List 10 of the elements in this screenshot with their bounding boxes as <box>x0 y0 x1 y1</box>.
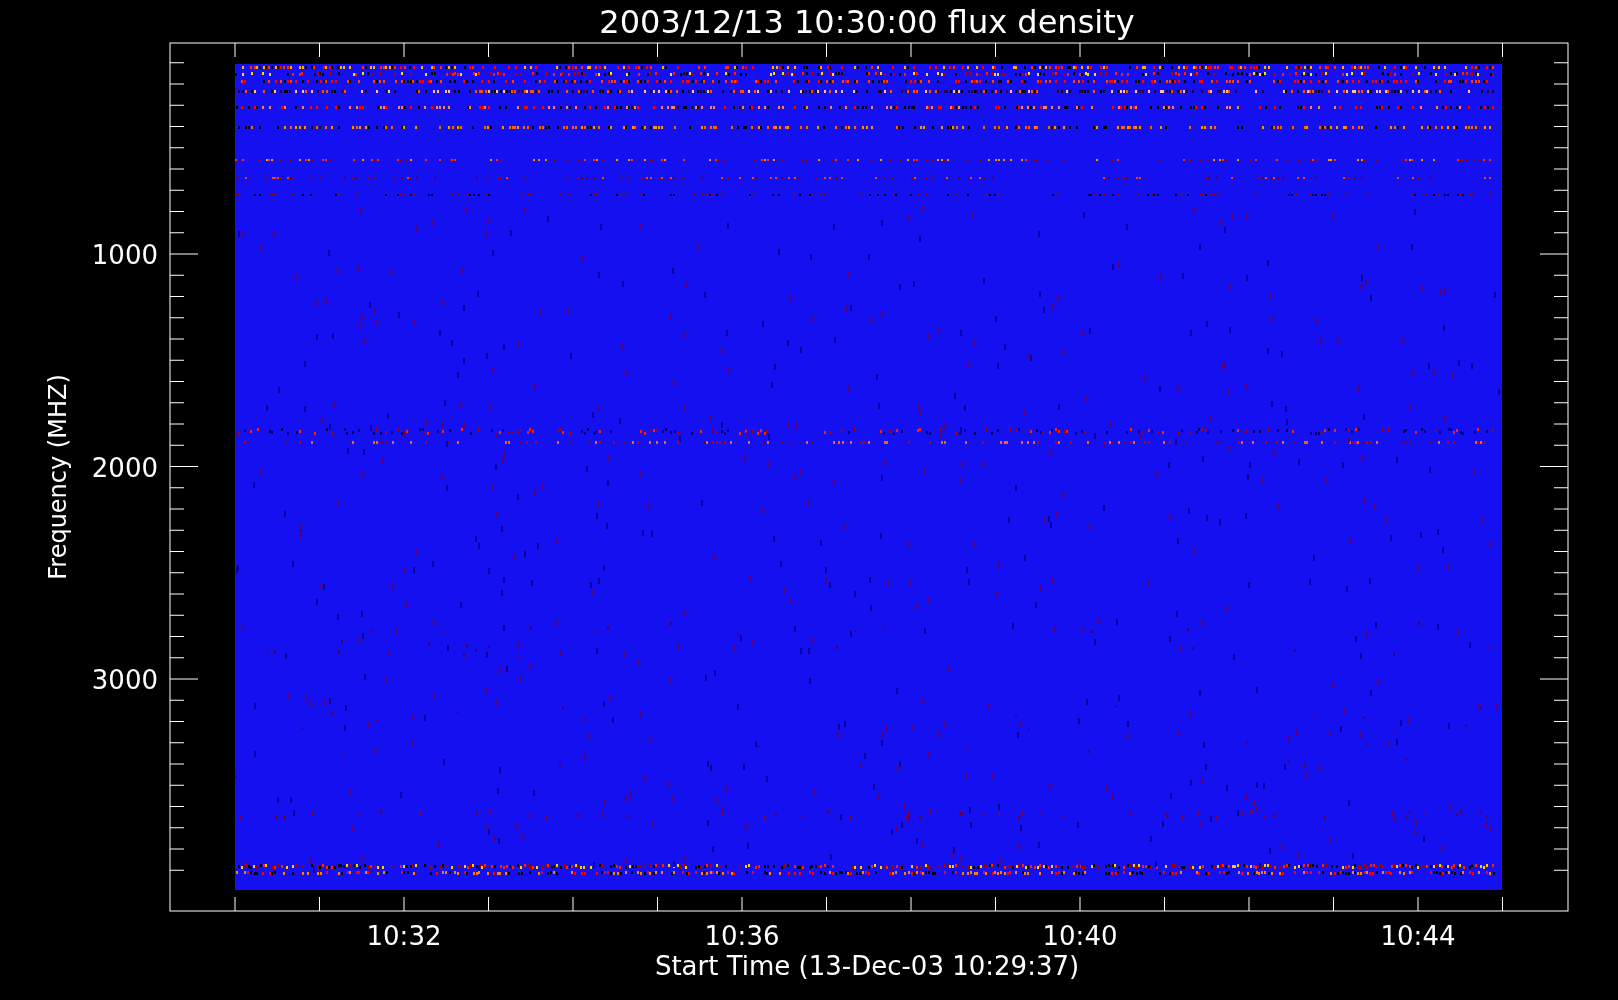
tick-label: 10:32 <box>366 921 442 951</box>
axis-label: Start Time (13-Dec-03 10:29:37) <box>654 951 1080 981</box>
tick-label: 3000 <box>91 665 158 695</box>
tick-label: 10:44 <box>1380 921 1456 951</box>
tick-label: 2000 <box>91 452 158 483</box>
axis-label: Frequency (MHZ) <box>44 374 72 580</box>
tick-label: 10:36 <box>704 921 780 951</box>
tick-label: 10:40 <box>1042 921 1118 951</box>
plot-title: 2003/12/13 10:30:00 flux density <box>599 3 1135 41</box>
tick-label: 1000 <box>91 240 158 270</box>
